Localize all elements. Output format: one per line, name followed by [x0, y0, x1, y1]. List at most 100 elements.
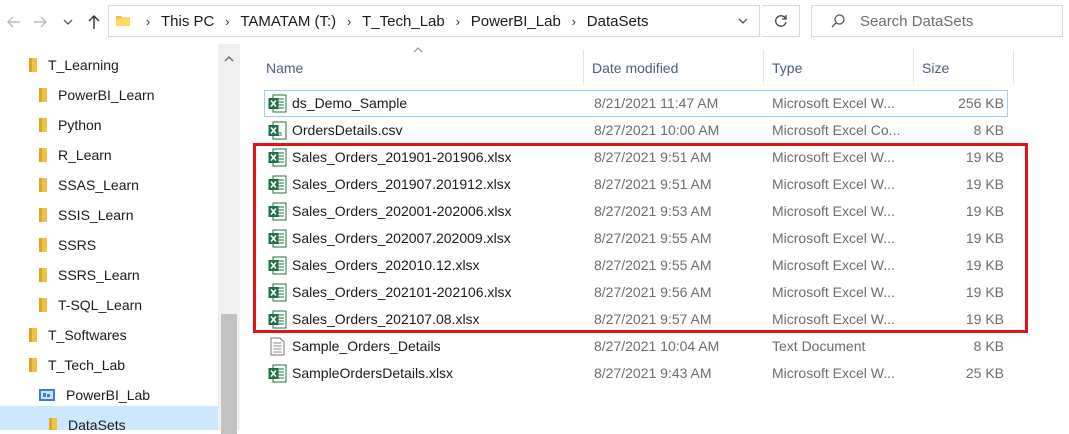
breadcrumb-separator[interactable]: › — [561, 14, 587, 29]
tree-item-label: SSAS_Learn — [58, 177, 139, 193]
folder-icon — [28, 327, 38, 343]
scroll-thumb[interactable] — [221, 314, 237, 434]
excel-icon — [268, 94, 287, 113]
tree-item-label: T_Softwares — [48, 327, 127, 343]
column-header-size[interactable]: Size — [922, 52, 1012, 84]
tree-item[interactable]: T_Softwares — [28, 320, 127, 350]
tree-item[interactable]: PowerBI_Lab — [38, 380, 150, 410]
folder-icon — [38, 237, 48, 253]
breadcrumb-separator[interactable]: › — [445, 14, 471, 29]
breadcrumb-separator[interactable]: › — [336, 14, 362, 29]
arrow-left-icon — [7, 16, 20, 28]
file-row[interactable]: a OrdersDetails.csv 8/27/2021 10:00 AM Micr… — [264, 117, 1008, 144]
folder-icon — [116, 16, 130, 26]
file-size: 256 KB — [958, 95, 1004, 111]
column-divider[interactable] — [583, 50, 584, 84]
file-type: Microsoft Excel W... — [772, 95, 895, 111]
up-button[interactable] — [84, 12, 104, 32]
file-name: Sample_Orders_Details — [292, 338, 441, 354]
forward-button[interactable] — [30, 12, 50, 32]
tree-item[interactable]: T-SQL_Learn — [38, 290, 142, 320]
file-name: SampleOrdersDetails.xlsx — [292, 365, 454, 381]
search-box[interactable]: Search DataSets — [811, 5, 1063, 37]
file-type: Microsoft Excel Co... — [772, 122, 901, 138]
tree-item-label: PowerBI_Lab — [66, 387, 151, 403]
column-divider[interactable] — [1013, 50, 1014, 84]
breadcrumb-datasets[interactable]: DataSets — [587, 13, 649, 30]
tree-item[interactable]: SSAS_Learn — [38, 170, 139, 200]
file-date-modified: 8/27/2021 9:43 AM — [594, 365, 712, 381]
file-row[interactable]: SampleOrdersDetails.xlsx 8/27/2021 9:43 A… — [264, 360, 1008, 387]
breadcrumb-t-tech-lab[interactable]: T_Tech_Lab — [362, 13, 445, 30]
tree-item[interactable]: T_Learning — [28, 50, 119, 80]
tree-item[interactable]: SSIS_Learn — [38, 200, 134, 230]
folder-icon — [48, 417, 58, 430]
column-header-date[interactable]: Date modified — [592, 52, 762, 84]
recent-locations-button[interactable] — [58, 12, 78, 32]
chevron-down-icon[interactable] — [737, 15, 749, 27]
tree-item-label: SSRS — [58, 237, 97, 253]
folder-icon — [38, 207, 48, 223]
breadcrumb-drive[interactable]: TAMATAM (T:) — [240, 13, 336, 30]
column-header-label: Name — [266, 60, 304, 76]
refresh-button[interactable] — [762, 5, 800, 37]
text-file-icon — [268, 337, 287, 356]
tree-item[interactable]: T_Tech_Lab — [28, 350, 125, 380]
column-header-type[interactable]: Type — [772, 52, 912, 84]
column-header-name[interactable]: Name — [266, 52, 582, 84]
tree-item-label: DataSets — [68, 417, 126, 430]
file-type: Text Document — [772, 338, 866, 354]
tree-item[interactable]: SSRS_Learn — [38, 260, 140, 290]
arrow-up-icon — [88, 15, 100, 29]
tree-item[interactable]: DataSets — [48, 410, 126, 430]
tree-item[interactable]: PowerBI_Learn — [38, 80, 155, 110]
nav-scrollbar[interactable] — [218, 44, 240, 434]
tree-item-label: SSIS_Learn — [58, 207, 134, 223]
address-bar[interactable]: › This PC › TAMATAM (T:) › T_Tech_Lab › … — [108, 5, 760, 37]
chevron-up-icon — [224, 56, 234, 62]
navigation-bar: › This PC › TAMATAM (T:) › T_Tech_Lab › … — [0, 0, 1069, 44]
folder-icon — [38, 267, 48, 283]
svg-text:a: a — [278, 131, 282, 138]
file-type: Microsoft Excel W... — [772, 365, 895, 381]
file-size: 8 KB — [973, 338, 1004, 354]
column-header-label: Size — [922, 60, 950, 76]
file-size: 8 KB — [973, 122, 1004, 138]
folder-icon — [38, 297, 48, 313]
tree-item-label: R_Learn — [58, 147, 112, 163]
excel-icon — [268, 364, 287, 383]
column-divider[interactable] — [913, 50, 914, 84]
column-divider[interactable] — [763, 50, 764, 84]
breadcrumb-this-pc[interactable]: This PC — [161, 13, 214, 30]
tree-item-label: T-SQL_Learn — [58, 297, 143, 313]
tree-item-label: T_Tech_Lab — [48, 357, 126, 373]
navigation-pane: T_Learning PowerBI_Learn Python R_Learn SSAS… — [0, 44, 240, 430]
annotation-highlight-box — [253, 143, 1028, 333]
folder-icon — [38, 147, 48, 163]
pbi-folder-icon — [38, 387, 56, 403]
folder-icon — [28, 357, 38, 373]
folder-icon — [38, 87, 48, 103]
tree-item-label: PowerBI_Learn — [58, 87, 155, 103]
breadcrumb-separator[interactable]: › — [135, 14, 161, 29]
tree-item[interactable]: Python — [38, 110, 102, 140]
tree-item-label: Python — [58, 117, 102, 133]
file-date-modified: 8/27/2021 10:04 AM — [594, 338, 720, 354]
chevron-down-icon — [63, 19, 73, 25]
folder-icon — [38, 177, 48, 193]
excel-csv-icon: a — [268, 121, 287, 140]
search-input[interactable]: Search DataSets — [860, 13, 973, 30]
tree-item-label: T_Learning — [48, 57, 119, 73]
breadcrumb-separator[interactable]: › — [214, 14, 240, 29]
column-header-label: Date modified — [592, 60, 679, 76]
arrow-right-icon — [34, 16, 47, 28]
file-name: OrdersDetails.csv — [292, 122, 403, 138]
back-button[interactable] — [4, 12, 24, 32]
file-row[interactable]: Sample_Orders_Details 8/27/2021 10:04 AM T… — [264, 333, 1008, 360]
folder-icon — [28, 57, 38, 73]
tree-item[interactable]: SSRS — [38, 230, 96, 260]
file-row[interactable]: ds_Demo_Sample 8/21/2021 11:47 AM Microsof… — [264, 90, 1008, 117]
breadcrumb-powerbi-lab[interactable]: PowerBI_Lab — [471, 13, 561, 30]
tree-item[interactable]: R_Learn — [38, 140, 112, 170]
scroll-up-button[interactable] — [218, 52, 240, 66]
